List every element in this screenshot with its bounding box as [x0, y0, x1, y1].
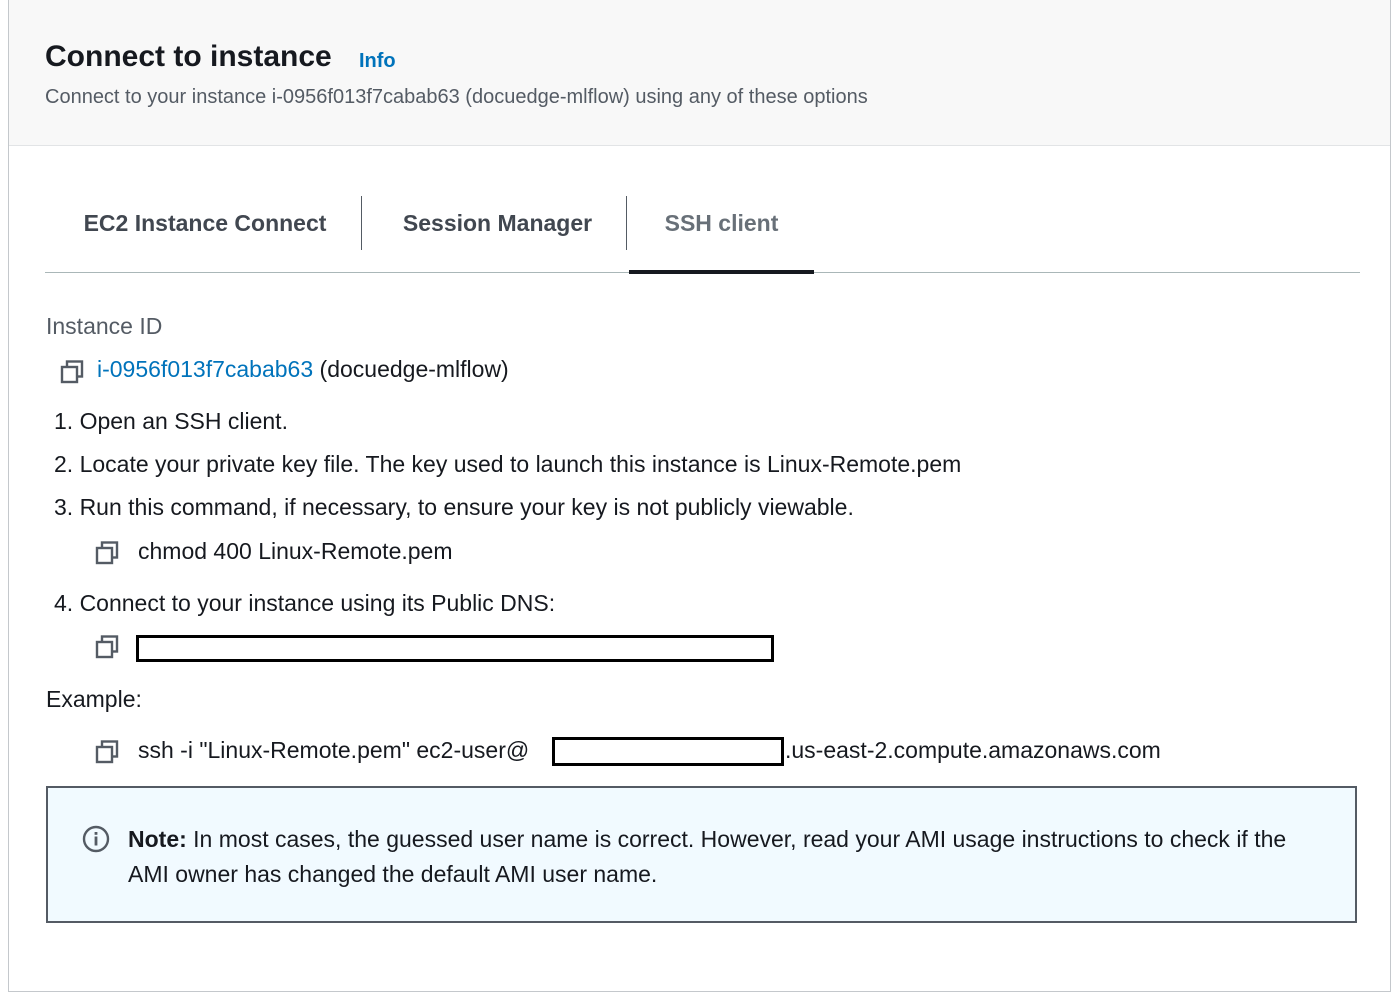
note-alert: Note: In most cases, the guessed user na… — [46, 786, 1357, 923]
panel-header: Connect to instance Info Connect to your… — [9, 0, 1390, 146]
instance-id-row: i-0956f013f7cabab63 (docuedge-mlflow) — [97, 356, 509, 383]
tab-separator — [361, 196, 362, 250]
tab-separator — [626, 196, 627, 250]
ssh-command-suffix: .us-east-2.compute.amazonaws.com — [785, 737, 1161, 763]
note-text: Note: In most cases, the guessed user na… — [128, 822, 1328, 892]
copy-icon[interactable] — [94, 540, 120, 566]
page-subtitle: Connect to your instance i-0956f013f7cab… — [45, 86, 868, 108]
info-circle-icon — [82, 825, 110, 853]
redacted-hostname — [552, 737, 784, 766]
page-title: Connect to instance — [45, 40, 332, 73]
instance-id-link[interactable]: i-0956f013f7cabab63 — [97, 356, 313, 382]
step-1: 1. Open an SSH client. — [54, 408, 288, 434]
tab-session-manager[interactable]: Session Manager — [370, 196, 625, 272]
instance-name: (docuedge-mlflow) — [319, 356, 509, 382]
instance-id-label: Instance ID — [46, 313, 163, 339]
example-label: Example: — [46, 686, 142, 712]
step-2: 2. Locate your private key file. The key… — [54, 451, 962, 477]
ssh-command-prefix: ssh -i "Linux-Remote.pem" ec2-user@ — [138, 737, 530, 763]
step-4: 4. Connect to your instance using its Pu… — [54, 590, 556, 616]
redacted-public-dns — [136, 635, 774, 662]
tab-ec2-instance-connect[interactable]: EC2 Instance Connect — [45, 196, 365, 272]
info-link[interactable]: Info — [359, 50, 396, 73]
connection-tabs: EC2 Instance Connect Session Manager SSH… — [45, 196, 1360, 274]
copy-icon[interactable] — [59, 359, 85, 385]
tab-ssh-client[interactable]: SSH client — [629, 196, 814, 274]
note-bold: Note: — [128, 826, 187, 852]
copy-icon[interactable] — [94, 634, 120, 660]
copy-icon[interactable] — [94, 739, 120, 765]
connect-to-instance-panel: Connect to instance Info Connect to your… — [8, 0, 1391, 992]
chmod-command: chmod 400 Linux-Remote.pem — [138, 538, 453, 564]
step-3: 3. Run this command, if necessary, to en… — [54, 494, 854, 520]
note-body: In most cases, the guessed user name is … — [128, 826, 1287, 887]
